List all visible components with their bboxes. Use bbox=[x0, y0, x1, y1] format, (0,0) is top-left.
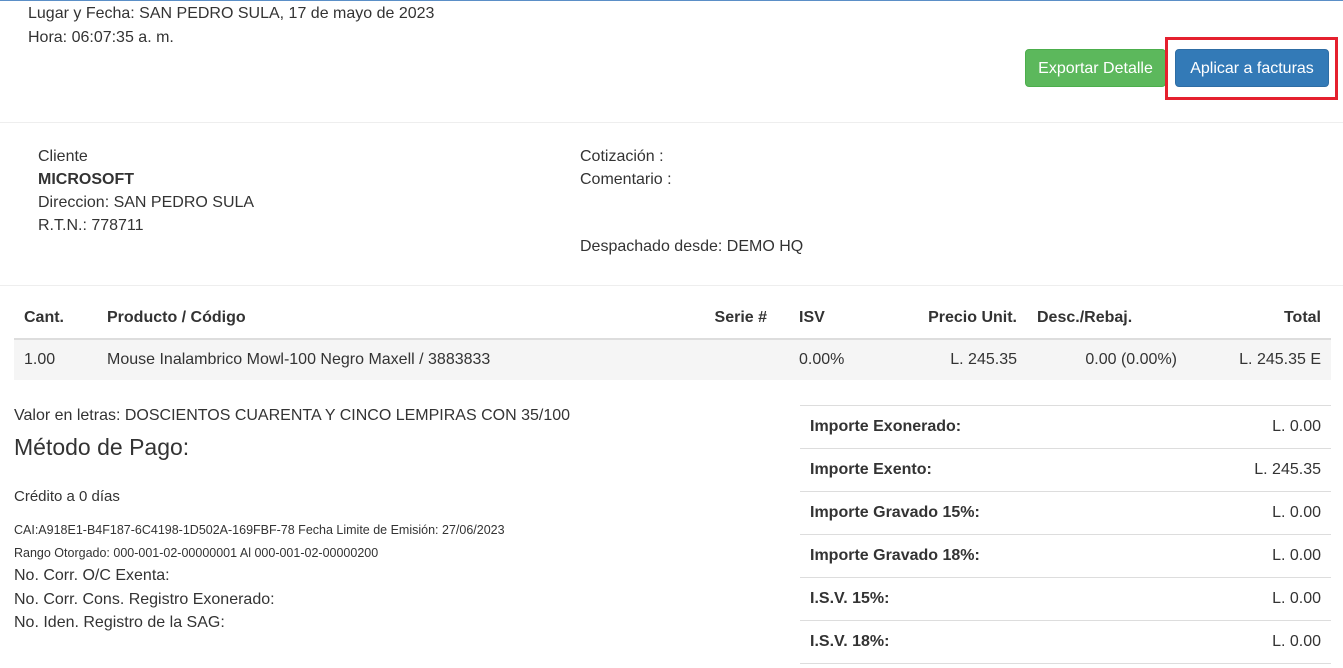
totals-table: Importe Exonerado: L. 0.00 Importe Exent… bbox=[800, 405, 1331, 664]
totals-value: L. 0.00 bbox=[1164, 577, 1331, 621]
items-table: Cant. Producto / Código Serie # ISV Prec… bbox=[14, 297, 1331, 380]
exonerated-registry-number: No. Corr. Cons. Registro Exonerado: bbox=[14, 591, 275, 608]
client-label: Cliente bbox=[38, 148, 88, 165]
totals-row: Importe Gravado 18%: L. 0.00 bbox=[800, 534, 1331, 578]
col-qty: Cant. bbox=[14, 297, 97, 340]
quote-info: Cotización : Comentario : bbox=[580, 145, 672, 191]
divider bbox=[0, 285, 1343, 286]
table-row: 1.00 Mouse Inalambrico Mowl-100 Negro Ma… bbox=[14, 339, 1331, 380]
date-line: Lugar y Fecha: SAN PEDRO SULA, 17 de may… bbox=[28, 5, 435, 22]
sag-registry-id: No. Iden. Registro de la SAG: bbox=[14, 614, 225, 631]
totals-value: L. 0.00 bbox=[1164, 405, 1331, 449]
col-discount: Desc./Rebaj. bbox=[1027, 297, 1187, 340]
col-price: Precio Unit. bbox=[867, 297, 1027, 340]
dispatch-location: Despachado desde: DEMO HQ bbox=[580, 238, 804, 255]
totals-label: I.S.V. 15%: bbox=[800, 577, 1165, 621]
totals-label: Importe Gravado 18%: bbox=[800, 534, 1165, 578]
apply-to-invoices-button[interactable]: Aplicar a facturas bbox=[1175, 49, 1329, 87]
cell-qty: 1.00 bbox=[14, 339, 97, 380]
items-header-row: Cant. Producto / Código Serie # ISV Prec… bbox=[14, 297, 1331, 340]
cell-total: L. 245.35 E bbox=[1187, 339, 1331, 380]
cell-serie bbox=[677, 339, 777, 380]
invoice-detail-page: Lugar y Fecha: SAN PEDRO SULA, 17 de may… bbox=[0, 0, 1343, 668]
cell-isv: 0.00% bbox=[777, 339, 867, 380]
col-isv: ISV bbox=[777, 297, 867, 340]
client-info: Cliente MICROSOFT Direccion: SAN PEDRO S… bbox=[38, 145, 254, 237]
totals-value: L. 245.35 bbox=[1164, 448, 1331, 492]
cai-info: CAI:A918E1-B4F187-6C4198-1D502A-169FBF-7… bbox=[14, 523, 505, 537]
totals-value: L. 0.00 bbox=[1164, 534, 1331, 578]
cell-price: L. 245.35 bbox=[867, 339, 1027, 380]
comment-label: Comentario : bbox=[580, 171, 672, 188]
totals-label: Importe Gravado 15%: bbox=[800, 491, 1165, 535]
col-product: Producto / Código bbox=[97, 297, 677, 340]
client-address: Direccion: SAN PEDRO SULA bbox=[38, 194, 255, 211]
totals-row: I.S.V. 18%: L. 0.00 bbox=[800, 620, 1331, 664]
col-serie: Serie # bbox=[677, 297, 777, 340]
export-detail-button[interactable]: Exportar Detalle bbox=[1025, 49, 1166, 87]
totals-row: Importe Exento: L. 245.35 bbox=[800, 448, 1331, 492]
totals-row: I.S.V. 15%: L. 0.00 bbox=[800, 577, 1331, 621]
amount-in-words: Valor en letras: DOSCIENTOS CUARENTA Y C… bbox=[14, 407, 571, 424]
totals-value: L. 0.00 bbox=[1164, 491, 1331, 535]
totals-label: Importe Exonerado: bbox=[800, 405, 1165, 449]
totals-value: L. 0.00 bbox=[1164, 620, 1331, 664]
totals-label: I.S.V. 18%: bbox=[800, 620, 1165, 664]
col-total: Total bbox=[1187, 297, 1331, 340]
payment-method-title: Método de Pago: bbox=[14, 434, 190, 460]
totals-row: Importe Exonerado: L. 0.00 bbox=[800, 405, 1331, 449]
quote-label: Cotización : bbox=[580, 148, 664, 165]
exempt-po-number: No. Corr. O/C Exenta: bbox=[14, 567, 170, 584]
client-rtn: R.T.N.: 778711 bbox=[38, 217, 144, 234]
authorized-range: Rango Otorgado: 000-001-02-00000001 Al 0… bbox=[14, 546, 379, 560]
client-name: MICROSOFT bbox=[38, 171, 134, 188]
credit-terms: Crédito a 0 días bbox=[14, 488, 120, 505]
totals-row: Importe Gravado 15%: L. 0.00 bbox=[800, 491, 1331, 535]
cell-product: Mouse Inalambrico Mowl-100 Negro Maxell … bbox=[97, 339, 677, 380]
totals-label: Importe Exento: bbox=[800, 448, 1165, 492]
cell-discount: 0.00 (0.00%) bbox=[1027, 339, 1187, 380]
time-line: Hora: 06:07:35 a. m. bbox=[28, 29, 174, 46]
divider bbox=[0, 122, 1343, 123]
